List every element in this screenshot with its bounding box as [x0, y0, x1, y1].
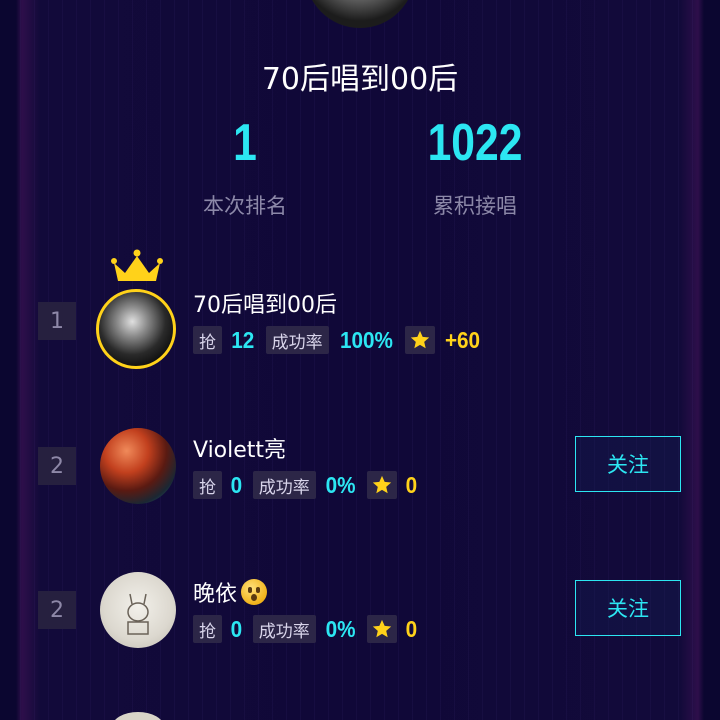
total-sung-label: 累积接唱 [433, 194, 517, 218]
ranking-row[interactable]: 2 晚依 抢 0 成功率 0% 0 关注 [0, 554, 720, 664]
star-icon [367, 615, 398, 643]
user-avatar-partial[interactable] [112, 712, 164, 720]
follow-button[interactable]: 关注 [575, 436, 681, 492]
grab-count: 0 [230, 471, 243, 498]
user-avatar[interactable] [96, 289, 176, 369]
follow-button[interactable]: 关注 [575, 580, 681, 636]
surprised-face-icon [241, 579, 268, 605]
star-icon [405, 326, 436, 354]
grab-count: 0 [230, 615, 243, 642]
rank-label: 本次排名 [203, 194, 287, 218]
rank-badge: 2 [38, 447, 76, 485]
star-value: +60 [445, 326, 481, 353]
ranking-page: 70后唱到00后 1 本次排名 1022 累积接唱 1 70后唱到00后 抢 1… [0, 0, 720, 720]
rank-value: 1 [233, 114, 257, 172]
success-rate-label: 成功率 [265, 326, 329, 354]
user-name: 70后唱到00后 [193, 293, 337, 318]
user-name: 晚依 [193, 582, 238, 607]
user-stats: 抢 0 成功率 0% 0 [193, 471, 428, 499]
user-avatar[interactable] [100, 428, 176, 504]
star-value: 0 [405, 471, 418, 498]
success-rate-value: 100% [339, 326, 393, 353]
user-avatar[interactable] [100, 572, 176, 648]
grab-label: 抢 [193, 471, 222, 499]
rank-badge: 2 [38, 591, 76, 629]
grab-label: 抢 [193, 326, 222, 354]
page-title: 70后唱到00后 [261, 62, 459, 97]
grab-count: 12 [231, 326, 255, 353]
ranking-row[interactable]: 1 70后唱到00后 抢 12 成功率 100% +60 [0, 249, 720, 375]
host-avatar[interactable] [305, 0, 415, 28]
rank-badge: 1 [38, 302, 76, 340]
success-rate-value: 0% [325, 615, 356, 642]
success-rate-label: 成功率 [252, 615, 316, 643]
success-rate-label: 成功率 [252, 471, 316, 499]
star-value: 0 [405, 615, 418, 642]
crown-icon [111, 249, 163, 281]
user-name-row: 晚依 [193, 576, 268, 608]
user-name: Violett亮 [193, 438, 287, 463]
grab-label: 抢 [193, 615, 222, 643]
cartoon-drawing-icon [127, 593, 149, 635]
total-sung-value: 1022 [427, 114, 523, 172]
ranking-row[interactable]: 2 Violett亮 抢 0 成功率 0% 0 关注 [0, 410, 720, 520]
user-stats: 抢 12 成功率 100% +60 [193, 326, 492, 354]
user-stats: 抢 0 成功率 0% 0 [193, 615, 428, 643]
star-icon [367, 471, 398, 499]
success-rate-value: 0% [325, 471, 356, 498]
